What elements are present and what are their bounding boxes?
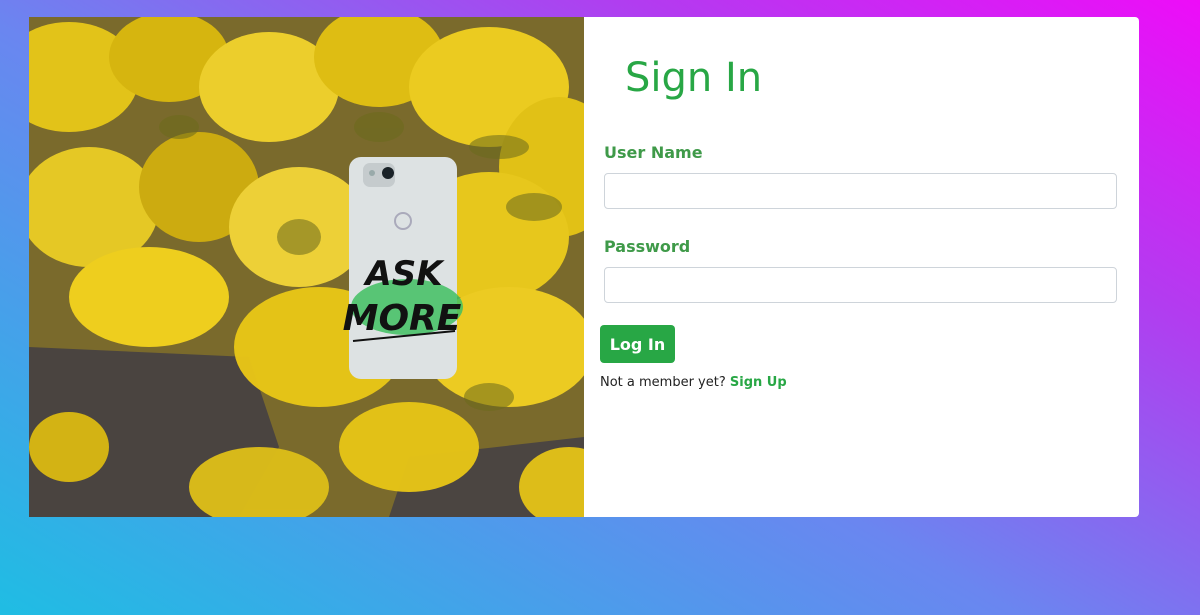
password-label: Password <box>604 237 691 256</box>
log-in-button[interactable]: Log In <box>600 325 675 363</box>
username-input[interactable] <box>604 173 1117 209</box>
username-label: User Name <box>604 143 703 162</box>
password-input[interactable] <box>604 267 1117 303</box>
signup-prompt-line: Not a member yet? Sign Up <box>600 375 787 390</box>
signup-prompt-text: Not a member yet? <box>600 375 726 390</box>
sign-up-link[interactable]: Sign Up <box>730 375 787 390</box>
page-title: Sign In <box>625 55 763 101</box>
login-panel: Sign In User Name Password Log In Not a … <box>584 17 1139 517</box>
leaves-phone-image: ASK MORE <box>29 17 584 517</box>
hero-photo: ASK MORE <box>29 17 584 517</box>
phone-text-ask: ASK <box>362 254 445 294</box>
phone: ASK MORE <box>343 157 463 379</box>
